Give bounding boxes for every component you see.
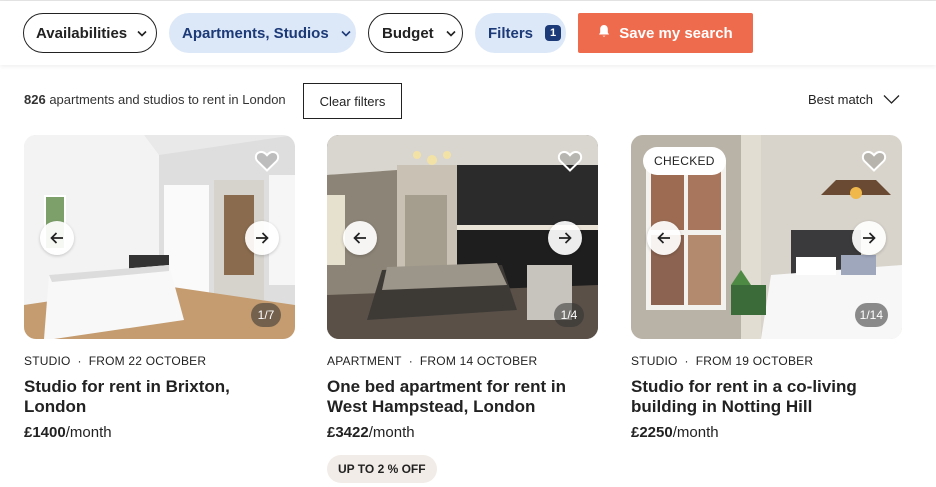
chevron-down-icon: [341, 30, 351, 37]
filters-count-badge: 1: [545, 25, 562, 41]
photo-counter: 1/14: [854, 303, 888, 327]
photo-counter: 1/4: [554, 303, 584, 327]
results-count-suffix: apartments and studios to rent in London: [49, 92, 286, 107]
listing-availability: FROM 14 OCTOBER: [419, 354, 538, 368]
arrow-left-icon: [657, 232, 670, 244]
price-period: /month: [65, 424, 112, 441]
results-summary: 826 apartments and studios to rent in Lo…: [24, 92, 286, 107]
next-photo-button[interactable]: [852, 221, 886, 255]
listing-card[interactable]: CHECKED 1/14 STUDIO · FROM 19 OCTOBER Stud…: [631, 135, 902, 441]
price-period: /month: [672, 424, 719, 441]
save-search-label: Save my search: [619, 24, 733, 42]
listing-availability: FROM 22 OCTOBER: [88, 354, 207, 368]
listing-meta: STUDIO · FROM 22 OCTOBER: [24, 354, 207, 368]
availabilities-filter[interactable]: Availabilities: [23, 13, 157, 53]
arrow-left-icon: [50, 232, 63, 244]
discount-badge: UP TO 2 % OFF: [327, 455, 437, 483]
listing-photo[interactable]: 1/4: [327, 135, 598, 339]
listing-type: STUDIO: [631, 354, 678, 368]
previous-photo-button[interactable]: [40, 221, 74, 255]
listing-title[interactable]: Studio for rent in Brixton, London: [24, 377, 239, 417]
previous-photo-button[interactable]: [343, 221, 377, 255]
listing-price: £3422/month: [327, 424, 598, 441]
listing-price: £2250/month: [631, 424, 902, 441]
listing-card[interactable]: 1/7 STUDIO · FROM 22 OCTOBER Studio for re…: [24, 135, 295, 441]
listing-title[interactable]: Studio for rent in a co-living building …: [631, 377, 871, 417]
chevron-down-icon: [883, 95, 900, 104]
arrow-right-icon: [559, 232, 572, 244]
previous-photo-button[interactable]: [647, 221, 681, 255]
listing-availability: FROM 19 OCTOBER: [695, 354, 814, 368]
results-count: 826: [24, 92, 46, 107]
heart-icon[interactable]: [557, 149, 583, 173]
heart-icon[interactable]: [861, 149, 887, 173]
budget-label: Budget: [382, 24, 434, 42]
arrow-right-icon: [863, 232, 876, 244]
listing-title[interactable]: One bed apartment for rent in West Hamps…: [327, 377, 587, 417]
next-photo-button[interactable]: [245, 221, 279, 255]
price-amount: £3422: [327, 424, 369, 441]
heart-icon[interactable]: [254, 149, 280, 173]
sort-label: Best match: [808, 92, 874, 107]
more-filters-button[interactable]: Filters 1: [475, 13, 566, 53]
photo-counter: 1/7: [251, 303, 281, 327]
filter-bar: Availabilities Apartments, Studios Budge…: [0, 1, 936, 65]
arrow-right-icon: [256, 232, 269, 244]
arrow-left-icon: [353, 232, 366, 244]
save-search-button[interactable]: Save my search: [578, 13, 753, 53]
listing-photo[interactable]: 1/7: [24, 135, 295, 339]
price-amount: £1400: [24, 424, 66, 441]
price-amount: £2250: [631, 424, 673, 441]
filters-label: Filters: [488, 24, 534, 42]
clear-filters-button[interactable]: Clear filters: [303, 83, 402, 119]
budget-filter[interactable]: Budget: [368, 13, 463, 53]
chevron-down-icon: [137, 30, 147, 37]
checked-badge: CHECKED: [643, 147, 726, 175]
listing-meta: APARTMENT · FROM 14 OCTOBER: [327, 354, 538, 368]
chevron-down-icon: [446, 30, 456, 37]
listing-type: STUDIO: [24, 354, 71, 368]
listing-photo[interactable]: CHECKED 1/14: [631, 135, 902, 339]
property-type-filter[interactable]: Apartments, Studios: [169, 13, 356, 53]
availabilities-label: Availabilities: [36, 24, 128, 42]
bell-icon: [598, 24, 610, 42]
price-period: /month: [368, 424, 415, 441]
sort-dropdown[interactable]: Best match: [808, 92, 900, 107]
listing-price: £1400/month: [24, 424, 295, 441]
listing-card[interactable]: 1/4 APARTMENT · FROM 14 OCTOBER One bed ap…: [327, 135, 598, 483]
next-photo-button[interactable]: [548, 221, 582, 255]
property-type-label: Apartments, Studios: [182, 24, 329, 42]
listing-type: APARTMENT: [327, 354, 402, 368]
listing-meta: STUDIO · FROM 19 OCTOBER: [631, 354, 814, 368]
